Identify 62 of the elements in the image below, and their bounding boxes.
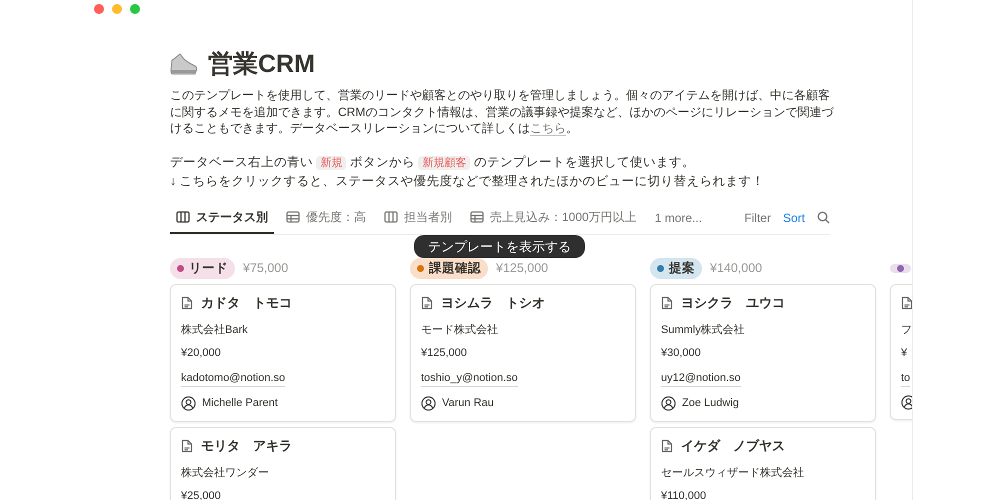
view-tab[interactable]: 担当者別 — [378, 204, 458, 234]
document-icon — [661, 296, 673, 310]
company-name: 株式会社ワンダー — [181, 466, 270, 480]
inline-code: 新規顧客 — [418, 156, 470, 170]
deal-amount: ¥30,000 — [661, 346, 702, 361]
owner-name: Varun Rau — [442, 396, 494, 411]
card-title: モリタ アキラ — [201, 436, 292, 455]
status-tag: リード — [170, 258, 235, 279]
search-icon[interactable] — [817, 211, 830, 224]
deal-amount: ¥ — [901, 346, 908, 361]
email-link[interactable]: toshio_y@notion.so — [421, 370, 518, 387]
status-tag: 課題確認 — [410, 258, 488, 279]
page-title: 営業CRM — [208, 49, 315, 79]
document-icon — [181, 296, 193, 310]
card-title: カドタ トモコ — [201, 294, 292, 312]
view-tab[interactable]: 優先度：高 — [280, 204, 372, 234]
email-link[interactable]: kadotomo@notion.so — [181, 370, 286, 387]
company-name: Summly株式会社 — [661, 322, 746, 338]
contact-card[interactable]: カドタ トモコ 株式会社Bark ¥20,000 kadotomo@notion.so Michelle Parent — [170, 284, 396, 422]
filter-button[interactable]: Filter — [744, 208, 771, 226]
owner-name: Michelle Parent — [202, 396, 278, 411]
document-icon — [421, 296, 433, 310]
document-icon — [181, 438, 193, 452]
table-icon — [286, 210, 300, 222]
column-total: ¥125,000 — [496, 260, 548, 278]
hint-text: ↓ こちらをクリックすると、ステータスや優先度などで整理されたほかのビューに切り替えられます！ — [170, 172, 766, 190]
contact-card[interactable]: ヨシクラ ユウコ Summly株式会社 ¥30,000 uy12@notion.so Zoe Ludwig — [650, 284, 876, 422]
board-icon — [384, 210, 398, 222]
contact-card[interactable]: フ ¥ to — [890, 284, 912, 420]
card-title: ヨシムラ トシオ — [441, 294, 545, 312]
email-link[interactable]: to — [901, 370, 910, 387]
table-icon — [470, 210, 484, 222]
deal-amount: ¥125,000 — [421, 346, 468, 361]
shoe-icon — [170, 52, 198, 76]
tooltip: テンプレートを表示する — [414, 234, 585, 258]
status-tag: 提案 — [650, 258, 702, 279]
more-views-button[interactable]: 1 more... — [648, 204, 708, 232]
avatar-icon — [181, 396, 196, 411]
instructions-text: データベース右上の青い 新規 ボタンから 新規顧客 のテンプレートを選択して使います。 — [170, 154, 696, 172]
avatar-icon — [661, 396, 676, 411]
company-name: フ — [901, 322, 912, 338]
document-icon — [661, 438, 673, 452]
board-icon — [176, 210, 190, 222]
sort-button[interactable]: Sort — [782, 208, 805, 226]
owner-name: Zoe Ludwig — [682, 396, 739, 411]
avatar-icon — [421, 396, 436, 411]
card-title: イケダ ノブヤス — [681, 436, 785, 455]
company-name: セールスウィザード株式会社 — [661, 466, 805, 480]
view-tab[interactable]: 売上見込み：1000万円以上 — [464, 204, 643, 234]
learn-more-link[interactable]: こちら — [530, 121, 566, 136]
company-name: 株式会社Bark — [181, 322, 249, 338]
inline-code: 新規 — [316, 156, 346, 170]
card-title: ヨシクラ ユウコ — [681, 294, 785, 312]
email-link[interactable]: uy12@notion.so — [661, 370, 741, 387]
deal-amount: ¥20,000 — [181, 346, 222, 361]
company-name: モード株式会社 — [421, 322, 499, 338]
column-total: ¥140,000 — [710, 260, 762, 278]
view-tab[interactable]: ステータス別 — [170, 204, 274, 234]
contact-card[interactable]: ヨシムラ トシオ モード株式会社 ¥125,000 toshio_y@notion.so Varun Rau — [410, 284, 636, 422]
document-icon — [901, 296, 912, 310]
intro-paragraph: このテンプレートを使用して、営業のリードや顧客とのやり取りを管理しましょう。個々のアイテムを開けば、中に各顧客に関するメモを追加できます。CRMのコンタクト情報は、営業の議事録や提案など、ほかのページにリレーションで関連づけることもできます。データベースリレーションについて詳しくは こちら。 — [170, 87, 834, 136]
column-total: ¥75,000 — [243, 260, 288, 278]
